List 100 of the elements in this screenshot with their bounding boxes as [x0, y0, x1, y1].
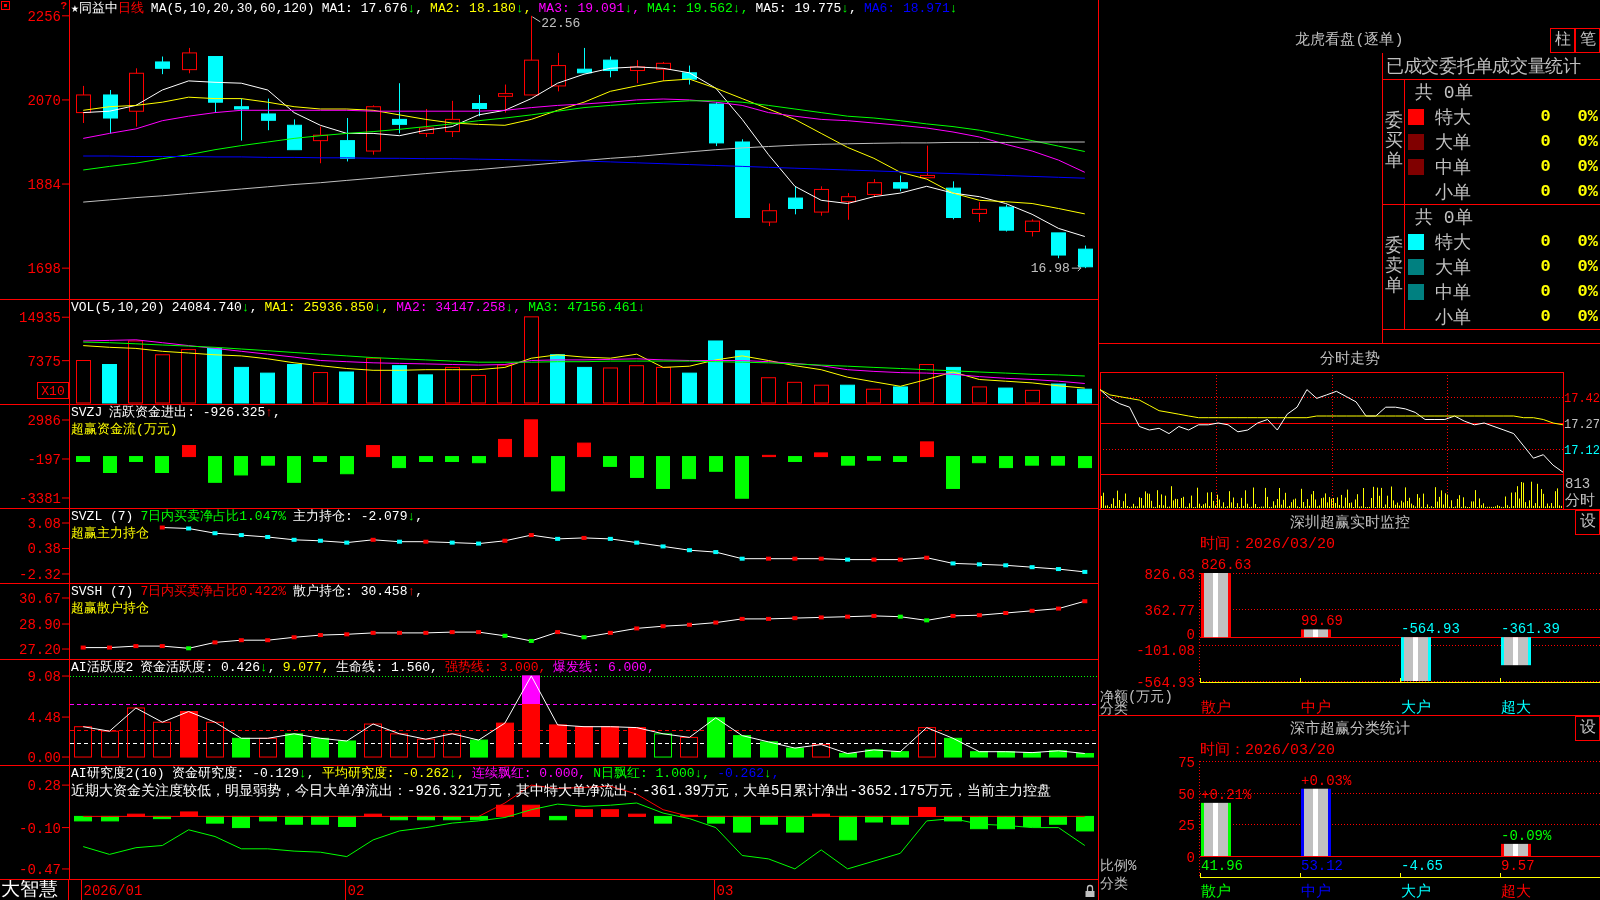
point-marker	[212, 640, 218, 645]
axis-label: 826.63	[1144, 566, 1195, 583]
flow-bar	[972, 456, 986, 464]
point-marker	[1003, 563, 1009, 568]
flow-bar	[999, 456, 1013, 469]
order-type: 大单	[1435, 131, 1471, 154]
point-marker	[238, 533, 244, 538]
point-marker	[344, 632, 350, 637]
research-bar	[680, 814, 698, 817]
axis-label: 17.27	[1564, 417, 1600, 432]
category-label: 中户	[1301, 700, 1331, 717]
axis-label: 28.90	[19, 617, 61, 634]
candle	[709, 101, 724, 147]
category-label: 大户	[1401, 884, 1431, 900]
activity-bar	[654, 733, 672, 758]
candle	[498, 84, 513, 114]
indicator-value: 资金活跃度: 0.426↓,	[140, 659, 276, 676]
axis-label: 30.67	[19, 591, 61, 607]
candle	[788, 185, 803, 215]
indicator-value: 连续飘红: 0.000,	[471, 765, 587, 782]
axis-label: 0.38	[27, 541, 61, 558]
research-bar	[311, 815, 329, 825]
flow-bar	[313, 456, 327, 462]
flow-bar	[234, 456, 248, 476]
point-marker	[1003, 611, 1009, 615]
research-bar	[206, 815, 224, 824]
indicator-value: MA2: 18.180↓,	[430, 0, 532, 16]
data-label: 41.96	[1201, 858, 1243, 874]
settings-button[interactable]: 设	[1575, 716, 1600, 741]
indicator-value: 生命线: 1.560,	[336, 659, 438, 676]
flow-bar	[129, 456, 143, 462]
activity-bar	[733, 735, 751, 758]
point-marker	[528, 638, 534, 643]
axis-label: -3381	[19, 491, 61, 507]
research-bar	[180, 811, 198, 817]
indicator-value: 7日内买卖净占比0.422%	[140, 583, 287, 600]
activity-bar	[496, 722, 514, 758]
candle	[999, 204, 1014, 233]
candle	[313, 126, 328, 164]
data-label: 99.69	[1301, 613, 1343, 630]
point-marker	[449, 630, 455, 635]
activity-bar	[944, 737, 962, 758]
point-marker	[660, 624, 666, 629]
order-count: 0	[1540, 282, 1551, 301]
research-bar	[812, 813, 830, 817]
activity-bar	[285, 733, 303, 758]
data-label: -4.65	[1401, 858, 1443, 874]
flow-bar	[1025, 456, 1039, 466]
flow-bar	[551, 456, 565, 492]
axis-label: 27.20	[19, 642, 61, 659]
flow-bar	[1051, 456, 1065, 466]
research-bar	[1076, 815, 1094, 832]
volume-bar	[577, 366, 592, 404]
bar	[1401, 637, 1431, 681]
flow-bar	[735, 456, 749, 499]
activity-bar	[311, 737, 329, 758]
flow-bar	[182, 445, 196, 458]
volume-bar	[418, 374, 433, 404]
activity-bar	[760, 741, 778, 758]
activity-bar	[865, 749, 883, 758]
point-marker	[581, 535, 587, 540]
candle	[814, 185, 829, 217]
point-marker	[976, 613, 982, 618]
indicator-subtitle: 超赢资金流(万元)	[71, 422, 178, 437]
point-marker	[423, 630, 429, 635]
change-label: +0.03%	[1301, 772, 1352, 789]
activity-bar	[549, 724, 567, 758]
data-label: -564.93	[1401, 621, 1460, 638]
indicator-value: 强势线: 3.000,	[444, 659, 547, 676]
flow-bar	[577, 442, 591, 458]
point-marker	[950, 613, 956, 618]
point-marker	[1029, 608, 1035, 613]
mode-button[interactable]: 笔	[1575, 28, 1600, 53]
order-type: 大单	[1435, 256, 1471, 279]
indicator-value: 平均研究度: -0.262↓,	[321, 765, 465, 782]
point-marker	[107, 645, 113, 650]
point-marker	[686, 548, 692, 553]
point-marker	[818, 615, 824, 620]
indicator-value: MA6: 18.971↓	[863, 0, 958, 16]
annotation: 16.98	[1030, 261, 1070, 277]
data-label: 53.12	[1301, 858, 1343, 874]
indicator-value: MA2: 34147.258↓,	[396, 299, 522, 315]
research-bar	[338, 815, 356, 827]
activity-bar	[364, 723, 382, 758]
research-bar	[470, 815, 488, 821]
mode-button[interactable]: 柱	[1550, 28, 1575, 53]
activity-bar	[628, 727, 646, 758]
candle	[972, 201, 987, 223]
indicator-value: MA3: 19.091↓,	[538, 0, 640, 16]
settings-button[interactable]: 设	[1575, 510, 1600, 535]
activity-bar	[180, 711, 198, 758]
axis-label: 0.00	[27, 750, 61, 765]
point-marker	[133, 644, 139, 649]
indicator-value: 24084.740↓,	[171, 299, 258, 315]
activity-bar	[1049, 750, 1067, 758]
candle	[630, 59, 645, 84]
volume-bar	[234, 366, 249, 404]
point-marker	[397, 539, 402, 544]
volume-bar	[682, 372, 697, 404]
activity-bar	[786, 747, 804, 758]
